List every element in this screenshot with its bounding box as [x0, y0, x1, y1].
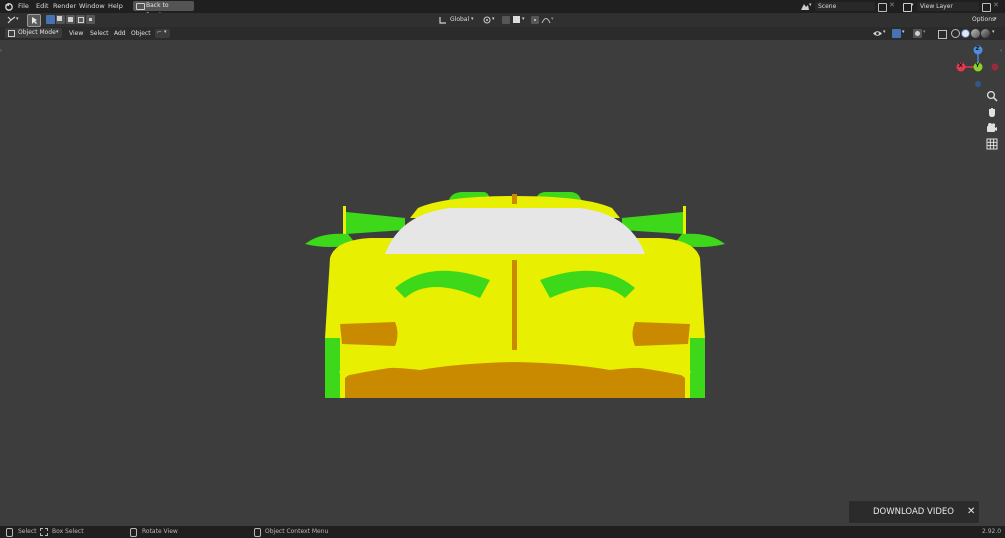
new-view-layer-icon[interactable]: [982, 3, 991, 12]
menu-view[interactable]: View: [69, 29, 83, 38]
visibility-chevron-icon[interactable]: ▾: [883, 29, 886, 35]
status-rotate-view: Rotate View: [142, 528, 178, 535]
status-bar: Select Box Select Rotate View Object Con…: [0, 526, 1005, 538]
falloff-chevron-icon[interactable]: ▾: [551, 16, 554, 22]
toolbar-toggle-icon[interactable]: ›: [0, 48, 2, 54]
back-to-previous-button[interactable]: Back to Previous: [133, 1, 194, 19]
xray-toggle-icon[interactable]: [938, 30, 947, 39]
menu-select[interactable]: Select: [90, 29, 109, 38]
menu-object[interactable]: Object: [131, 29, 151, 38]
scene-name-field[interactable]: Scene: [815, 2, 875, 11]
object-mode-dropdown[interactable]: Object Mode ▾: [5, 28, 62, 38]
delete-view-layer-icon[interactable]: ✕: [993, 1, 999, 9]
pivot-point-icon[interactable]: [483, 16, 492, 24]
shading-wireframe-icon[interactable]: [951, 29, 960, 38]
axis-z-label: Z: [975, 46, 980, 52]
top-bar: File Edit Render Window Help Back to Pre…: [0, 0, 1005, 19]
version-label: 2.92.0: [982, 528, 1002, 535]
shading-rendered-icon[interactable]: [981, 29, 990, 38]
snap-chevron-icon[interactable]: ▾: [522, 16, 525, 22]
proportional-edit-icon[interactable]: [531, 16, 539, 24]
snap-toggle-icon[interactable]: [502, 16, 510, 24]
axis-y-label: Y: [975, 63, 980, 69]
visibility-icon[interactable]: [873, 30, 882, 37]
transform-affect-dropdown[interactable]: ⌐ ▾: [155, 29, 170, 38]
new-scene-icon[interactable]: [878, 3, 887, 12]
mode-extend-icon[interactable]: [56, 15, 65, 24]
menu-render[interactable]: Render: [53, 2, 76, 10]
scene-name: Scene: [818, 3, 837, 10]
mouse-left-icon: [6, 528, 13, 537]
menu-file[interactable]: File: [18, 2, 29, 10]
snap-target-icon[interactable]: [513, 16, 520, 23]
ortho-grid-icon[interactable]: [986, 138, 998, 150]
mode-chevron-icon: ▾: [56, 29, 59, 35]
navigation-gizmo[interactable]: Z Y X: [953, 44, 1003, 92]
camera-view-icon[interactable]: [986, 122, 998, 134]
viewport-header: Object Mode ▾ View Select Add Object ⌐ ▾…: [0, 27, 1005, 40]
status-select: Select: [18, 528, 37, 535]
shading-material-icon[interactable]: [971, 29, 980, 38]
view-layer-name: View Layer: [920, 3, 953, 10]
selection-mode-group: [46, 15, 96, 25]
cursor-icon: [32, 17, 37, 24]
overlay-chevron-icon[interactable]: ▾: [923, 29, 926, 35]
object-mode-label: Object Mode: [18, 29, 56, 36]
menu-help[interactable]: Help: [108, 2, 123, 10]
overlay-toggle-icon[interactable]: [913, 29, 922, 38]
3d-viewport[interactable]: › ‹ Z Y X DOWNLOAD VIDEO ✕: [0, 40, 1005, 526]
select-tool-button[interactable]: [27, 14, 41, 27]
menu-add[interactable]: Add: [114, 29, 126, 38]
mode-subtract-icon[interactable]: [66, 15, 75, 24]
falloff-icon[interactable]: [541, 16, 551, 24]
box-select-icon: [40, 528, 48, 536]
download-video-label[interactable]: DOWNLOAD VIDEO: [873, 501, 954, 523]
axis-neg-z-circle[interactable]: [975, 81, 981, 87]
object-mode-icon: [8, 30, 15, 37]
view-layer-name-field[interactable]: View Layer: [917, 2, 979, 11]
options-label: Options: [972, 16, 996, 23]
mouse-right-icon: [254, 528, 261, 537]
transform-orientation-dropdown[interactable]: Global: [450, 16, 469, 23]
mode-intersect-icon[interactable]: [86, 15, 95, 24]
close-icon[interactable]: ✕: [967, 501, 975, 523]
status-context-menu: Object Context Menu: [265, 528, 329, 535]
transform-affect-icon: ⌐: [157, 29, 163, 36]
menu-edit[interactable]: Edit: [36, 2, 49, 10]
shading-chevron-icon[interactable]: ▾: [992, 29, 995, 35]
options-button[interactable]: Options ▾: [968, 15, 1000, 25]
mouse-middle-icon: [130, 528, 137, 537]
scene-dropdown-icon[interactable]: ▾: [809, 2, 812, 8]
axis-neg-x-circle[interactable]: [991, 63, 999, 71]
download-video-toast[interactable]: DOWNLOAD VIDEO ✕: [849, 501, 979, 523]
zoom-icon[interactable]: [986, 90, 998, 102]
gizmo-chevron-icon[interactable]: ▾: [902, 29, 905, 35]
view-layer-dropdown-icon[interactable]: ▾: [911, 2, 914, 8]
status-box-select: Box Select: [52, 528, 84, 535]
gizmo-toggle-icon[interactable]: [892, 29, 901, 38]
editor-type-icon[interactable]: [7, 16, 16, 24]
orientation-icon[interactable]: [439, 16, 447, 24]
axis-x-label: X: [958, 63, 963, 69]
options-chevron-icon: ▾: [994, 16, 997, 22]
pan-hand-icon[interactable]: [986, 106, 998, 118]
car-model[interactable]: [300, 188, 730, 398]
mode-difference-icon[interactable]: [76, 15, 85, 24]
mode-set-icon[interactable]: [46, 15, 55, 24]
editor-type-dropdown-icon[interactable]: ▾: [16, 16, 19, 22]
pivot-chevron-icon[interactable]: ▾: [492, 16, 495, 22]
transform-affect-chevron-icon: ▾: [164, 29, 167, 35]
tool-header: ▾ Global ▾ ▾ ▾ ▾ Options ▾: [0, 13, 1005, 27]
delete-scene-icon[interactable]: ✕: [889, 1, 895, 9]
blender-logo-icon[interactable]: [4, 2, 13, 11]
orientation-chevron-icon[interactable]: ▾: [471, 16, 474, 22]
shading-solid-icon[interactable]: [961, 29, 970, 38]
screen-icon: [136, 3, 145, 10]
menu-window[interactable]: Window: [79, 2, 105, 10]
